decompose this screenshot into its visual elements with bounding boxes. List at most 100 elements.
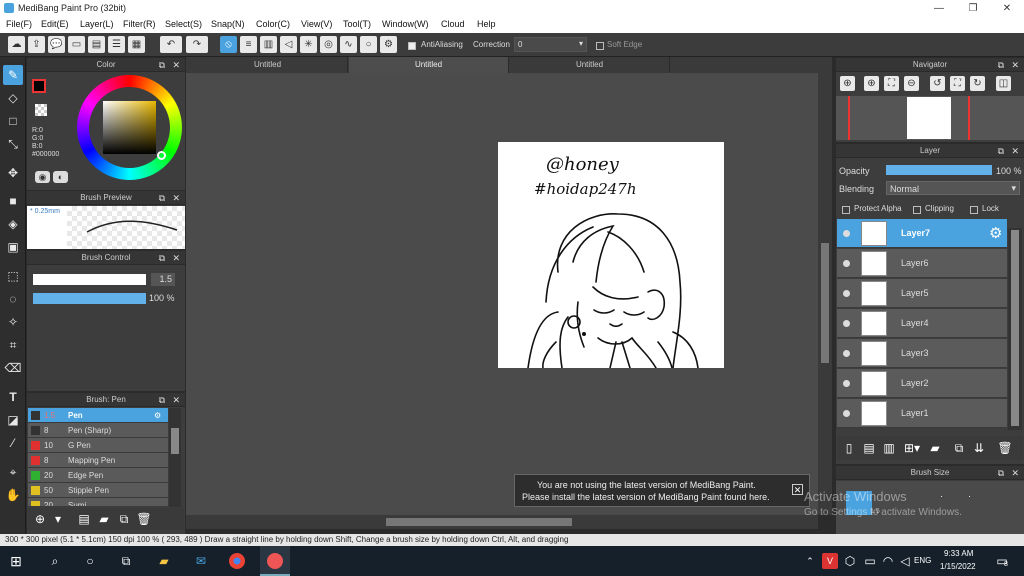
zoom-out-icon[interactable]: ⊖: [904, 76, 919, 91]
layer-row-layer5[interactable]: Layer5: [837, 279, 1007, 308]
eraser-tool-icon[interactable]: ◇: [3, 88, 23, 108]
layer-scrollbar[interactable]: [1008, 228, 1022, 430]
brush-item-edge-pen[interactable]: 20 Edge Pen: [28, 468, 168, 483]
add-brush-icon[interactable]: ⊕: [32, 511, 48, 527]
antialiasing-checkbox[interactable]: [408, 40, 419, 50]
clipping-checkbox[interactable]: [913, 204, 924, 214]
radial-snap-icon[interactable]: ✳: [300, 36, 317, 53]
share-icon[interactable]: ⇪: [28, 36, 45, 53]
lock-checkbox[interactable]: [970, 204, 981, 214]
gradient-tool-icon[interactable]: ▣: [3, 237, 23, 257]
brush-item-stipple-pen[interactable]: 50 Stipple Pen: [28, 483, 168, 498]
new-layer-icon[interactable]: ▯: [841, 440, 857, 456]
comment-icon[interactable]: ▭: [68, 36, 85, 53]
undock-icon[interactable]: ⧉: [159, 58, 165, 72]
document-icon[interactable]: ▤: [88, 36, 105, 53]
menu-filter[interactable]: Filter(R): [123, 19, 156, 29]
close-icon[interactable]: ✕: [1011, 144, 1019, 158]
visibility-icon[interactable]: [843, 380, 850, 387]
maximize-button[interactable]: ❐: [956, 0, 990, 17]
cortana-icon[interactable]: ○: [82, 553, 98, 569]
flip-icon[interactable]: ◫: [996, 76, 1011, 91]
volume-icon[interactable]: ◁: [897, 553, 913, 569]
undock-icon[interactable]: ⧉: [998, 466, 1004, 480]
shield-icon[interactable]: ⬡: [842, 553, 858, 569]
curve-snap-icon[interactable]: ∿: [340, 36, 357, 53]
select-pen-tool-icon[interactable]: ⌗: [3, 335, 23, 355]
brush-tool-icon[interactable]: ✎: [3, 65, 23, 85]
layer-row-layer4[interactable]: Layer4: [837, 309, 1007, 338]
reset-icon[interactable]: ⛶: [950, 76, 965, 91]
divide-tool-icon[interactable]: ◪: [3, 410, 23, 430]
visibility-icon[interactable]: [843, 260, 850, 267]
delete-icon[interactable]: 🗑: [136, 511, 152, 527]
add-layer-menu-icon[interactable]: ⊞▾: [901, 440, 923, 456]
close-icon[interactable]: ✕: [172, 393, 180, 407]
gear-icon[interactable]: ⚙: [154, 408, 161, 423]
saturation-value-square[interactable]: [103, 101, 156, 154]
duplicate-layer-icon[interactable]: ⧉: [951, 440, 967, 456]
minimize-button[interactable]: —: [922, 0, 956, 17]
text-tool-icon[interactable]: T: [3, 387, 23, 407]
fill-rect-tool-icon[interactable]: ■: [3, 191, 23, 211]
color-picker-icon[interactable]: ◐: [53, 171, 68, 183]
menu-layer[interactable]: Layer(L): [80, 19, 114, 29]
dot-tool-icon[interactable]: ⤡: [3, 134, 23, 154]
layer-row-layer2[interactable]: Layer2: [837, 369, 1007, 398]
menu-file[interactable]: File(F): [6, 19, 32, 29]
clock-time[interactable]: 9:33 AM: [944, 549, 973, 558]
rotate-right-icon[interactable]: ↻: [970, 76, 985, 91]
tab-untitled-2[interactable]: Untitled: [349, 57, 509, 73]
zoom-in-alt-icon[interactable]: ⊕: [864, 76, 879, 91]
select-tool-icon[interactable]: ⬚: [3, 266, 23, 286]
perspective-snap-icon[interactable]: ◁: [280, 36, 297, 53]
fit-icon[interactable]: ⛶: [884, 76, 899, 91]
eyedropper-tool-icon[interactable]: ⁄: [3, 433, 23, 453]
magic-wand-tool-icon[interactable]: ✧: [3, 312, 23, 332]
rectangle-tool-icon[interactable]: □: [3, 111, 23, 131]
wifi-icon[interactable]: ◠: [880, 553, 896, 569]
new-halftone-layer-icon[interactable]: ▤: [861, 440, 877, 456]
new-8bit-layer-icon[interactable]: ▥: [881, 440, 897, 456]
protect-alpha-checkbox[interactable]: [842, 204, 853, 214]
undock-icon[interactable]: ⧉: [998, 144, 1004, 158]
undock-icon[interactable]: ⧉: [159, 393, 165, 407]
search-icon[interactable]: ⌕: [47, 553, 63, 569]
brush-item-pen[interactable]: 1.5 Pen ⚙: [28, 408, 168, 423]
bucket-tool-icon[interactable]: ◈: [3, 214, 23, 234]
folder-icon[interactable]: ▰: [96, 511, 112, 527]
gear-icon[interactable]: ⚙: [989, 224, 1002, 242]
brush-menu-icon[interactable]: ▾: [50, 511, 66, 527]
brush-size-slider[interactable]: [33, 274, 146, 285]
brush-opacity-slider[interactable]: [33, 293, 146, 304]
close-icon[interactable]: ✕: [1011, 58, 1019, 72]
chrome-icon[interactable]: [229, 553, 245, 569]
folder-icon[interactable]: ▰: [927, 440, 943, 456]
file-explorer-icon[interactable]: ▰: [156, 553, 172, 569]
hue-marker[interactable]: [157, 151, 166, 160]
close-icon[interactable]: ✕: [172, 191, 180, 205]
brush-size-dot[interactable]: ·: [940, 491, 943, 501]
brush-item-g-pen[interactable]: 10 G Pen: [28, 438, 168, 453]
close-icon[interactable]: ✕: [172, 251, 180, 265]
menu-snap[interactable]: Snap(N): [211, 19, 245, 29]
hue-wheel[interactable]: [77, 75, 182, 180]
brush-list-scrollbar[interactable]: [169, 408, 181, 507]
edit-brush-icon[interactable]: ▤: [76, 511, 92, 527]
close-icon[interactable]: ✕: [172, 58, 180, 72]
windows-start-icon[interactable]: ⊞: [8, 553, 24, 569]
merge-down-icon[interactable]: ⇊: [971, 440, 987, 456]
blending-select[interactable]: Normal ▾: [886, 181, 1020, 195]
circle-snap-icon[interactable]: ○: [360, 36, 377, 53]
layer-row-layer7[interactable]: Layer7 ⚙: [837, 219, 1007, 248]
hand-tool-icon[interactable]: ✋: [3, 485, 23, 505]
layer-row-layer3[interactable]: Layer3: [837, 339, 1007, 368]
lasso-tool-icon[interactable]: ◌: [3, 289, 23, 309]
navigator-preview[interactable]: [836, 96, 1024, 140]
menu-help[interactable]: Help: [477, 19, 496, 29]
visibility-icon[interactable]: [843, 230, 850, 237]
brush-size-dot[interactable]: ·: [968, 491, 971, 501]
parallel-snap-icon[interactable]: ≡: [240, 36, 257, 53]
snap-off-icon[interactable]: ⦸: [220, 36, 237, 53]
move-tool-icon[interactable]: ✥: [3, 163, 23, 183]
